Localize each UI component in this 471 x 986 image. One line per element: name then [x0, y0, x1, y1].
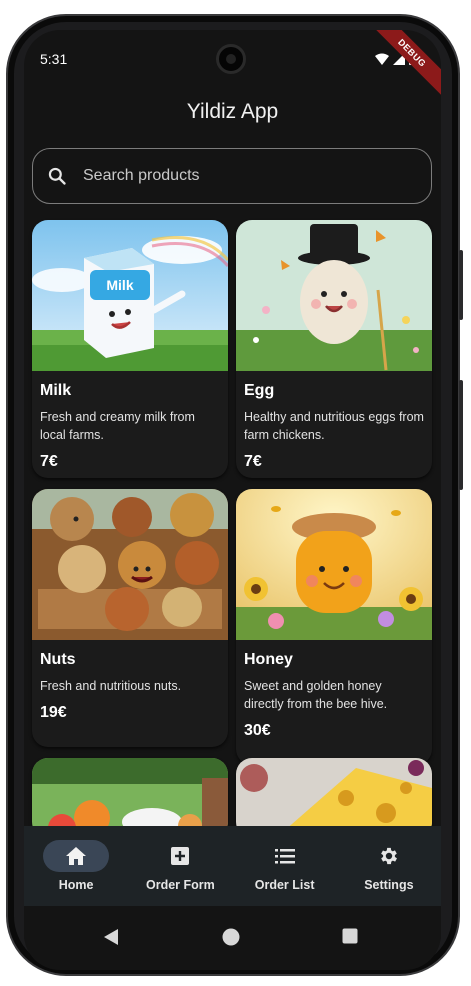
nav-order-form[interactable]: Order Form [128, 826, 232, 906]
product-price: 7€ [40, 453, 58, 470]
search-bar[interactable] [32, 148, 432, 204]
status-bar: 5:31 DEBUG [24, 30, 441, 99]
product-image-nuts [32, 489, 228, 640]
front-camera [216, 44, 246, 74]
product-image-milk: Milk [32, 220, 228, 371]
product-price: 19€ [40, 704, 67, 721]
home-icon [66, 847, 87, 865]
product-name: Milk [40, 382, 72, 399]
list-icon [274, 849, 295, 864]
recents-icon[interactable] [342, 928, 358, 944]
nav-settings[interactable]: Settings [337, 826, 441, 906]
wifi-icon [375, 53, 389, 65]
nav-active-indicator [43, 840, 110, 872]
svg-text:Milk: Milk [106, 277, 133, 293]
product-image-honey [236, 489, 432, 640]
home-circle-icon[interactable] [222, 928, 240, 946]
nav-home[interactable]: Home [24, 826, 128, 906]
product-image-egg [236, 220, 432, 371]
app-title: Yildiz App [186, 100, 279, 123]
product-description: Fresh and creamy milk from local farms. [40, 410, 195, 442]
product-card-milk[interactable]: Milk Milk Fresh and creamy milk from loc… [32, 220, 228, 478]
product-price: 30€ [244, 722, 271, 739]
nav-label-order-form: Order Form [145, 878, 215, 892]
product-name: Egg [244, 382, 275, 399]
status-time: 5:31 [40, 51, 68, 67]
bottom-navigation-bar: Home Order Form Order List Settings [24, 826, 441, 906]
product-card-egg[interactable]: Egg Healthy and nutritious eggs from far… [236, 220, 432, 478]
system-navigation-bar [24, 906, 441, 970]
back-icon[interactable] [102, 928, 120, 946]
nav-label-settings: Settings [364, 878, 414, 892]
product-price: 7€ [244, 453, 262, 470]
power-button [459, 250, 463, 320]
nav-label-home: Home [58, 878, 94, 892]
product-name: Nuts [40, 651, 76, 668]
nav-order-list[interactable]: Order List [233, 826, 337, 906]
gear-icon [380, 847, 397, 865]
product-description: Healthy and nutritious eggs from farm ch… [244, 410, 424, 442]
screen: 5:31 DEBUG Yildiz App Search products Mi… [24, 30, 441, 970]
product-card-nuts[interactable]: Nuts Fresh and nutritious nuts. 19€ [32, 489, 228, 747]
search-input[interactable] [83, 167, 431, 185]
search-icon [48, 167, 66, 185]
product-description: Sweet and golden honey directly from the… [244, 679, 388, 711]
volume-button [459, 380, 463, 490]
product-name: Honey [244, 651, 293, 668]
add-box-icon [171, 847, 190, 865]
product-description: Fresh and nutritious nuts. [40, 679, 182, 693]
product-card-honey[interactable]: Honey Sweet and golden honey directly fr… [236, 489, 432, 765]
nav-label-order-list: Order List [254, 878, 315, 892]
